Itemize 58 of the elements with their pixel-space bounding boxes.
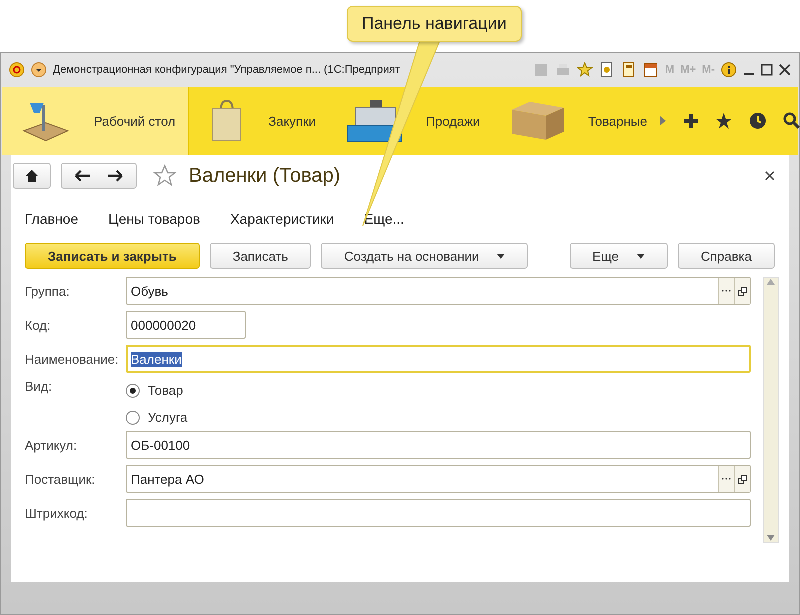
- nav-link[interactable]: Главное: [25, 211, 78, 227]
- section-tab[interactable]: Продажи: [328, 87, 492, 155]
- radio-label[interactable]: Товар: [148, 383, 184, 398]
- section-tab[interactable]: Закупки: [188, 87, 328, 155]
- forward-arrow-icon[interactable]: [107, 170, 123, 182]
- caret-icon: [637, 254, 645, 258]
- back-arrow-icon[interactable]: [75, 170, 91, 182]
- dropdown-button[interactable]: Создать на основании: [321, 243, 528, 269]
- field-label: Артикул:: [25, 438, 78, 452]
- dropdown-button[interactable]: Еще: [570, 243, 668, 269]
- open-window-icon: [738, 474, 747, 484]
- section-tab[interactable]: Товарные: [492, 87, 660, 155]
- info-icon[interactable]: [721, 62, 737, 78]
- scrollbar[interactable]: [763, 277, 779, 543]
- search-icon[interactable]: [783, 112, 800, 130]
- box-icon: [510, 100, 566, 142]
- cash-register-icon: [346, 98, 404, 144]
- input-field[interactable]: Обувь: [126, 277, 751, 305]
- home-button[interactable]: [13, 163, 51, 189]
- window-title: Демонстрационная конфигурация "Управляемое п... (1С:Предприят: [53, 64, 402, 76]
- close-icon[interactable]: [779, 64, 791, 76]
- radio-label[interactable]: Услуга: [148, 410, 188, 425]
- calendar-icon[interactable]: [643, 62, 660, 78]
- section-tab[interactable]: Рабочий стол: [2, 87, 189, 155]
- radio-button[interactable]: [126, 410, 140, 424]
- open-button[interactable]: [734, 278, 750, 304]
- app-logo-icon[interactable]: [9, 62, 25, 78]
- nav-link[interactable]: Цены товаров: [108, 211, 200, 227]
- command-button[interactable]: Справка: [678, 243, 775, 269]
- command-button[interactable]: Записать: [210, 243, 312, 269]
- grid-menu-icon[interactable]: [683, 113, 700, 129]
- caret-icon: [497, 254, 506, 258]
- dropdown-menu-icon[interactable]: [31, 62, 47, 78]
- field-label: Код:: [25, 318, 52, 332]
- input-field[interactable]: ОБ-00100: [126, 431, 751, 459]
- scroll-down-icon[interactable]: [767, 534, 775, 542]
- star-outline-icon[interactable]: [153, 164, 177, 188]
- field-label: Наименование:: [25, 352, 120, 366]
- arrow-right-icon[interactable]: [659, 115, 668, 127]
- field-label: Вид:: [25, 379, 54, 394]
- input-field[interactable]: Валенки: [126, 345, 751, 373]
- command-button[interactable]: Записать и закрыть: [25, 243, 200, 269]
- form-title: Валенки (Товар): [189, 164, 341, 188]
- nav-link[interactable]: Характеристики: [230, 211, 334, 227]
- field-label: Штрихкод:: [25, 506, 89, 520]
- radio-button[interactable]: [126, 384, 140, 398]
- callout-bubble: Панель навигации: [347, 6, 522, 42]
- input-field[interactable]: Пантера АО: [126, 465, 751, 493]
- field-label: Поставщик:: [25, 472, 96, 486]
- home-icon: [25, 169, 39, 183]
- field-label: Группа:: [25, 284, 71, 298]
- clock-icon[interactable]: [749, 112, 768, 130]
- star-icon[interactable]: [715, 112, 734, 130]
- input-field[interactable]: 000000020: [126, 311, 246, 339]
- input-field[interactable]: [126, 499, 751, 527]
- open-button[interactable]: [734, 466, 750, 492]
- open-window-icon: [738, 286, 747, 296]
- maximize-icon[interactable]: [761, 64, 773, 76]
